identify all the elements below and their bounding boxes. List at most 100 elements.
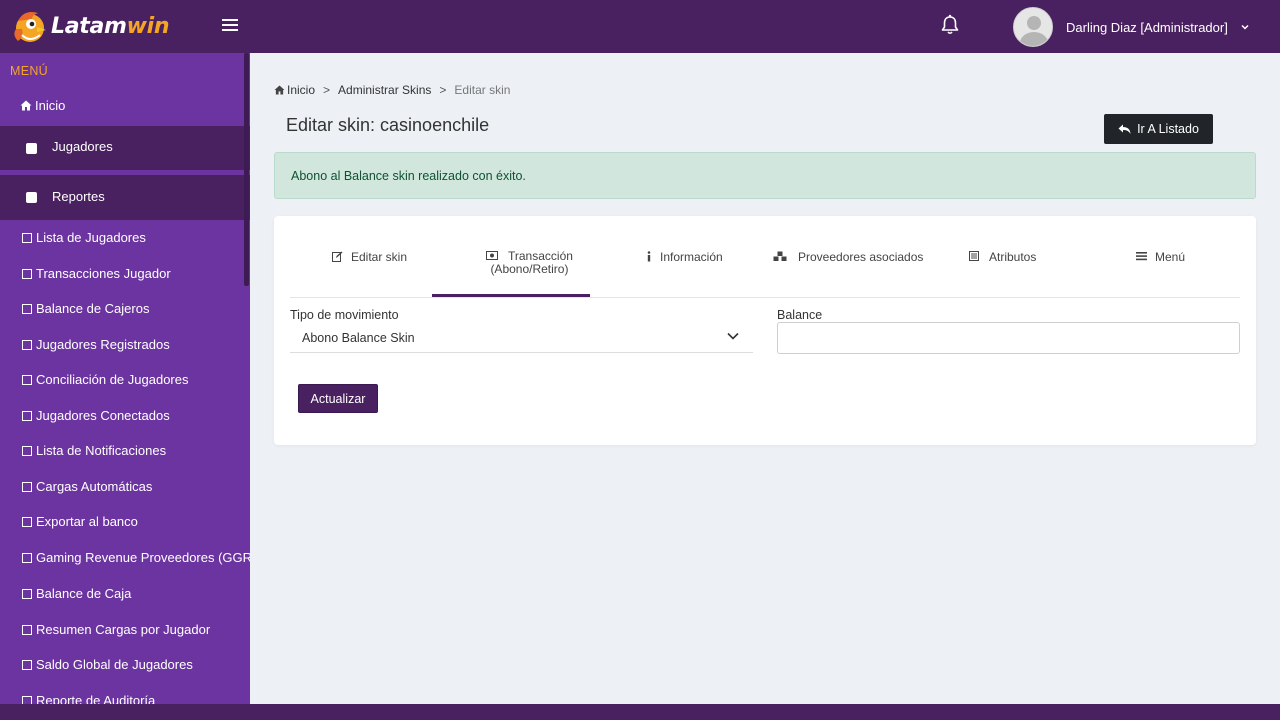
sidebar-item-transacciones-jugador[interactable]: Transacciones Jugador xyxy=(22,266,171,281)
list-box-icon xyxy=(969,251,979,261)
logo-text: Latamwin xyxy=(51,13,170,39)
square-icon xyxy=(22,588,32,599)
user-menu[interactable]: Darling Diaz [Administrador] xyxy=(1013,7,1250,47)
sidebar-item-label: Saldo Global de Jugadores xyxy=(36,657,193,672)
sidebar-item-label: Balance de Caja xyxy=(36,586,132,601)
sidebar-item-cargas-automaticas[interactable]: Cargas Automáticas xyxy=(22,479,152,494)
logo-bird-icon xyxy=(10,7,48,45)
sidebar-group-jugadores[interactable]: Jugadores xyxy=(0,126,250,170)
tab-atributos[interactable]: Atributos xyxy=(969,250,1036,264)
back-to-list-button[interactable]: Ir A Listado xyxy=(1104,114,1213,144)
square-icon xyxy=(22,552,32,563)
bars-icon xyxy=(1136,252,1147,261)
tab-label: Menú xyxy=(1155,250,1186,264)
sidebar-group-reportes[interactable]: Reportes xyxy=(0,175,250,220)
sidebar-item-ggr[interactable]: Gaming Revenue Proveedores (GGR) xyxy=(22,550,250,565)
top-bar: Latamwin Darling Diaz [Administrador] xyxy=(0,0,1280,53)
sidebar: MENÚ Inicio Jugadores Reportes Lista de … xyxy=(0,53,250,704)
sidebar-item-saldo-global[interactable]: Saldo Global de Jugadores xyxy=(22,657,193,672)
tab-label-wrap: Transacción (Abono/Retiro) xyxy=(490,249,573,276)
logo[interactable]: Latamwin xyxy=(10,7,170,45)
page-title: Editar skin: casinoenchile xyxy=(286,115,490,135)
sidebar-item-label: Conciliación de Jugadores xyxy=(36,372,189,387)
sidebar-group-label: Jugadores xyxy=(52,139,113,154)
sidebar-item-conciliacion[interactable]: Conciliación de Jugadores xyxy=(22,372,188,387)
sidebar-item-balance-caja[interactable]: Balance de Caja xyxy=(22,586,131,601)
sidebar-scrollbar[interactable] xyxy=(244,53,249,286)
sidebar-title: MENÚ xyxy=(10,64,49,78)
avatar xyxy=(1013,7,1053,47)
breadcrumb-separator: > xyxy=(439,83,447,97)
tipo-movimiento-value: Abono Balance Skin xyxy=(302,331,415,345)
sidebar-item-inicio[interactable]: Inicio xyxy=(20,98,65,113)
tab-label: Atributos xyxy=(989,250,1037,264)
square-icon xyxy=(22,695,32,704)
sidebar-item-label: Exportar al banco xyxy=(36,514,138,529)
breadcrumb-home[interactable]: Inicio xyxy=(287,83,315,97)
home-icon xyxy=(274,85,285,95)
tab-informacion[interactable]: Información xyxy=(646,250,723,264)
sidebar-item-exportar-banco[interactable]: Exportar al banco xyxy=(22,514,138,529)
breadcrumb-parent[interactable]: Administrar Skins xyxy=(338,83,431,97)
sidebar-item-label: Cargas Automáticas xyxy=(36,479,153,494)
sidebar-item-label: Resumen Cargas por Jugador xyxy=(36,622,211,637)
breadcrumb: Inicio > Administrar Skins > Editar skin xyxy=(274,83,510,97)
bell-icon[interactable] xyxy=(940,14,960,36)
square-icon xyxy=(22,516,32,527)
sidebar-item-label: Gaming Revenue Proveedores (GGR) xyxy=(36,550,250,565)
sidebar-item-lista-jugadores[interactable]: Lista de Jugadores xyxy=(22,230,146,245)
home-icon xyxy=(20,100,32,111)
tab-transaccion[interactable]: Transacción (Abono/Retiro) xyxy=(486,250,573,276)
chevron-down-icon xyxy=(1241,24,1249,30)
info-icon xyxy=(647,251,651,262)
bottom-bar xyxy=(0,704,1280,720)
reply-icon xyxy=(1118,124,1131,134)
sidebar-item-label: Reporte de Auditoría xyxy=(36,693,156,704)
money-icon xyxy=(486,251,498,260)
tipo-movimiento-select[interactable]: Abono Balance Skin xyxy=(290,322,753,353)
tab-editar-skin[interactable]: Editar skin xyxy=(332,250,407,264)
sidebar-item-reporte-auditoria[interactable]: Reporte de Auditoría xyxy=(22,693,155,704)
sidebar-item-jugadores-registrados[interactable]: Jugadores Registrados xyxy=(22,337,170,352)
sidebar-item-label: Jugadores Conectados xyxy=(36,408,170,423)
edit-icon xyxy=(332,251,343,262)
hamburger-icon[interactable] xyxy=(222,16,238,36)
checkbox-icon xyxy=(26,192,37,203)
sidebar-item-resumen-cargas[interactable]: Resumen Cargas por Jugador xyxy=(22,622,210,637)
breadcrumb-separator: > xyxy=(323,83,331,97)
tab-active-indicator xyxy=(432,294,590,297)
square-icon xyxy=(22,303,32,314)
chevron-down-icon xyxy=(727,332,739,340)
square-icon xyxy=(22,232,32,243)
square-icon xyxy=(22,445,32,456)
breadcrumb-current: Editar skin xyxy=(454,83,511,97)
balance-label: Balance xyxy=(777,308,823,322)
sidebar-item-jugadores-conectados[interactable]: Jugadores Conectados xyxy=(22,408,170,423)
sidebar-item-label: Inicio xyxy=(35,98,66,113)
back-to-list-label: Ir A Listado xyxy=(1137,122,1199,136)
user-name: Darling Diaz [Administrador] xyxy=(1066,19,1228,35)
balance-input[interactable] xyxy=(777,322,1240,354)
actualizar-button[interactable]: Actualizar xyxy=(298,384,378,413)
square-icon xyxy=(22,374,32,385)
tab-menu[interactable]: Menú xyxy=(1136,250,1185,264)
square-icon xyxy=(22,624,32,635)
tab-proveedores[interactable]: Proveedores asociados xyxy=(773,250,923,264)
square-icon xyxy=(22,659,32,670)
success-alert: Abono al Balance skin realizado con éxit… xyxy=(274,152,1256,199)
tab-label: Información xyxy=(660,250,723,264)
sidebar-item-label: Transacciones Jugador xyxy=(36,266,171,281)
tab-label: Transacción xyxy=(508,249,573,263)
sidebar-item-balance-cajeros[interactable]: Balance de Cajeros xyxy=(22,301,149,316)
tipo-movimiento-label: Tipo de movimiento xyxy=(290,308,399,322)
tab-label: Editar skin xyxy=(351,250,408,264)
sidebar-item-label: Balance de Cajeros xyxy=(36,301,150,316)
square-icon xyxy=(22,268,32,279)
square-icon xyxy=(22,339,32,350)
tab-label-sub: (Abono/Retiro) xyxy=(490,262,569,276)
sidebar-item-notificaciones[interactable]: Lista de Notificaciones xyxy=(22,443,166,458)
edit-skin-card: Editar skin Transacción (Abono/Retiro) In… xyxy=(274,216,1256,445)
sidebar-item-label: Lista de Jugadores xyxy=(36,230,146,245)
tab-label: Proveedores asociados xyxy=(798,250,924,264)
cubes-icon xyxy=(773,251,787,261)
